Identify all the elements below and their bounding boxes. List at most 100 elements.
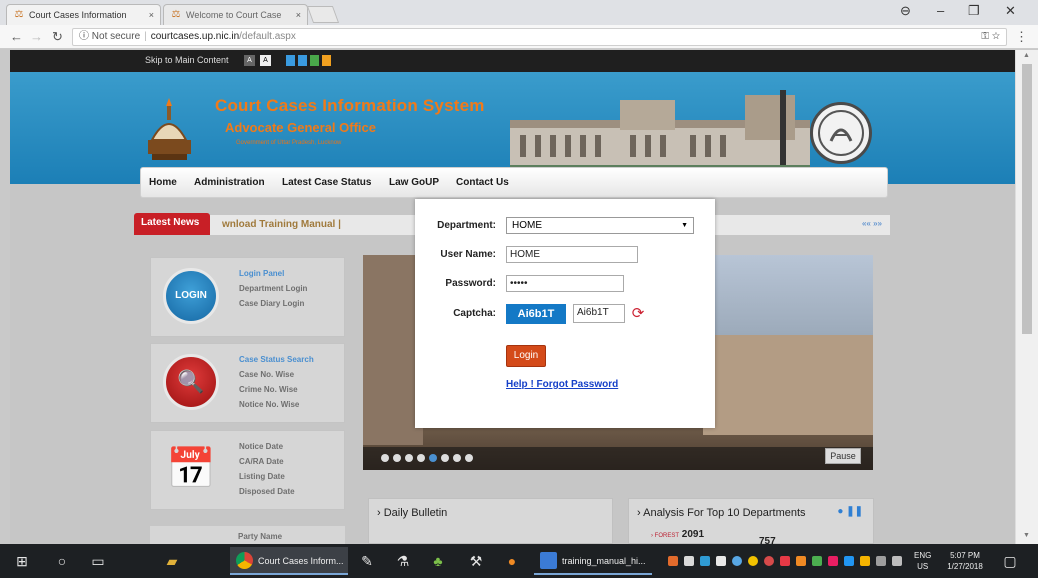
department-select[interactable]: HOME ▼ bbox=[506, 217, 694, 234]
tray-app-icon[interactable] bbox=[860, 556, 870, 566]
tray-app-icon[interactable] bbox=[796, 556, 806, 566]
theme-blue[interactable] bbox=[286, 55, 295, 66]
news-ticker-text[interactable]: wnload Training Manual | bbox=[222, 219, 341, 230]
login-panel-heading[interactable]: Login Panel bbox=[239, 266, 307, 281]
nav-law-goup[interactable]: Law GoUP bbox=[389, 177, 439, 188]
scrollbar-thumb[interactable] bbox=[1022, 64, 1032, 334]
listing-date-link[interactable]: Listing Date bbox=[239, 469, 295, 484]
party-name-card: Party Name bbox=[150, 526, 345, 544]
refresh-captcha-icon[interactable]: ⟳ bbox=[628, 304, 648, 324]
close-window-icon[interactable]: ✕ bbox=[1005, 3, 1016, 19]
address-bar[interactable]: ⓘ Not secure | courtcases.up.nic.in/defaul… bbox=[72, 28, 1007, 46]
slider-dot[interactable] bbox=[393, 454, 401, 462]
crime-no-wise-link[interactable]: Crime No. Wise bbox=[239, 382, 314, 397]
analysis-controls[interactable]: ● ❚❚ bbox=[837, 506, 863, 517]
notice-no-wise-link[interactable]: Notice No. Wise bbox=[239, 397, 314, 412]
menu-icon[interactable]: ⋮ bbox=[1015, 29, 1028, 45]
firefox-icon[interactable]: ● bbox=[502, 551, 522, 571]
back-icon[interactable]: ← bbox=[10, 29, 23, 44]
network-app-icon[interactable]: ⚗ bbox=[393, 551, 413, 571]
department-login-link[interactable]: Department Login bbox=[239, 281, 307, 296]
slider-dot-active[interactable] bbox=[429, 454, 437, 462]
reload-icon[interactable]: ↻ bbox=[52, 29, 63, 45]
slider-pause-button[interactable]: Pause bbox=[825, 448, 861, 464]
tray-app-icon[interactable] bbox=[716, 556, 726, 566]
restore-icon[interactable]: ❐ bbox=[968, 3, 980, 19]
tray-app-icon[interactable] bbox=[700, 556, 710, 566]
slider-dot[interactable] bbox=[453, 454, 461, 462]
tray-app-icon[interactable] bbox=[780, 556, 790, 566]
font-size-small[interactable]: A bbox=[244, 55, 255, 66]
tray-app-icon[interactable] bbox=[828, 556, 838, 566]
theme-green[interactable] bbox=[310, 55, 319, 66]
star-icon[interactable]: ☆ bbox=[992, 31, 1000, 42]
volume-icon[interactable] bbox=[892, 556, 902, 566]
captcha-input[interactable]: Ai6b1T bbox=[573, 304, 625, 323]
windows-start-icon[interactable]: ⊞ bbox=[12, 551, 32, 571]
tray-app-icon[interactable] bbox=[668, 556, 678, 566]
password-input[interactable]: ••••• bbox=[506, 275, 624, 292]
close-tab-icon[interactable]: × bbox=[149, 10, 154, 20]
minimize-icon[interactable]: – bbox=[937, 3, 944, 18]
case-diary-login-link[interactable]: Case Diary Login bbox=[239, 296, 307, 311]
tray-app-icon[interactable] bbox=[764, 556, 774, 566]
login-icon[interactable]: LOGIN bbox=[163, 268, 219, 324]
slider-dot[interactable] bbox=[417, 454, 425, 462]
notes-icon[interactable]: ✎ bbox=[357, 551, 377, 571]
profile-icon[interactable]: ⊖ bbox=[900, 3, 911, 19]
clock[interactable]: 5:07 PM 1/27/2018 bbox=[940, 550, 990, 572]
nav-latest-case-status[interactable]: Latest Case Status bbox=[282, 177, 371, 188]
notice-date-link[interactable]: Notice Date bbox=[239, 439, 295, 454]
notifications-icon[interactable]: ▢ bbox=[1000, 551, 1020, 571]
taskbar-app-training-manual[interactable]: training_manual_hi... bbox=[534, 547, 652, 575]
search-icon[interactable]: 🔍 bbox=[163, 354, 219, 410]
page-scrollbar[interactable]: ▲ ▼ bbox=[1015, 50, 1038, 544]
file-explorer-icon[interactable]: ▰ bbox=[162, 551, 182, 571]
security-indicator: Not secure bbox=[91, 31, 141, 42]
slider-dot[interactable] bbox=[381, 454, 389, 462]
app-icon[interactable]: ♣ bbox=[428, 551, 448, 571]
info-icon[interactable]: ⓘ bbox=[79, 31, 89, 42]
scroll-up-icon[interactable]: ▲ bbox=[1023, 52, 1030, 59]
nav-contact-us[interactable]: Contact Us bbox=[456, 177, 509, 188]
tab-court-cases[interactable]: ⚖ Court Cases Information × bbox=[6, 4, 161, 25]
skip-link[interactable]: Skip to Main Content bbox=[145, 55, 229, 65]
close-tab-icon[interactable]: × bbox=[296, 10, 301, 20]
scroll-down-icon[interactable]: ▼ bbox=[1023, 532, 1030, 539]
tools-icon[interactable]: ⚒ bbox=[466, 551, 486, 571]
theme-orange[interactable] bbox=[322, 55, 331, 66]
accessibility-bar: Skip to Main Content A A bbox=[10, 50, 1015, 72]
daily-bulletin-title[interactable]: › Daily Bulletin bbox=[377, 507, 447, 519]
new-tab-button[interactable] bbox=[306, 6, 340, 23]
login-button[interactable]: Login bbox=[506, 345, 546, 367]
theme-blue-2[interactable] bbox=[298, 55, 307, 66]
slider-dot[interactable] bbox=[405, 454, 413, 462]
username-input[interactable]: HOME bbox=[506, 246, 638, 263]
calendar-icon[interactable]: 📅 bbox=[161, 441, 221, 497]
network-icon[interactable] bbox=[876, 556, 886, 566]
nav-administration[interactable]: Administration bbox=[194, 177, 265, 188]
tray-app-icon[interactable] bbox=[748, 556, 758, 566]
task-view-icon[interactable]: ▭ bbox=[88, 551, 108, 571]
case-status-heading[interactable]: Case Status Search bbox=[239, 352, 314, 367]
font-size-large[interactable]: A bbox=[260, 55, 271, 66]
key-icon[interactable]: ⚿ bbox=[981, 31, 989, 42]
case-no-wise-link[interactable]: Case No. Wise bbox=[239, 367, 314, 382]
tab-welcome[interactable]: ⚖ Welcome to Court Case × bbox=[163, 4, 308, 25]
tray-app-icon[interactable] bbox=[732, 556, 742, 566]
forward-icon[interactable]: → bbox=[30, 29, 43, 44]
forgot-password-link[interactable]: Help ! Forgot Password bbox=[506, 379, 618, 390]
language-indicator[interactable]: ENG US bbox=[914, 550, 931, 572]
taskbar-app-chrome[interactable]: Court Cases Inform... bbox=[230, 547, 348, 575]
search-icon[interactable]: ○ bbox=[52, 551, 72, 571]
ca-ra-date-link[interactable]: CA/RA Date bbox=[239, 454, 295, 469]
tray-app-icon[interactable] bbox=[684, 556, 694, 566]
nav-home[interactable]: Home bbox=[149, 177, 177, 188]
tray-app-icon[interactable] bbox=[812, 556, 822, 566]
news-controls[interactable]: «« »» bbox=[862, 219, 882, 228]
slider-dot[interactable] bbox=[441, 454, 449, 462]
party-name-link[interactable]: Party Name bbox=[238, 532, 282, 541]
tray-app-icon[interactable] bbox=[844, 556, 854, 566]
disposed-date-link[interactable]: Disposed Date bbox=[239, 484, 295, 499]
slider-dot[interactable] bbox=[465, 454, 473, 462]
